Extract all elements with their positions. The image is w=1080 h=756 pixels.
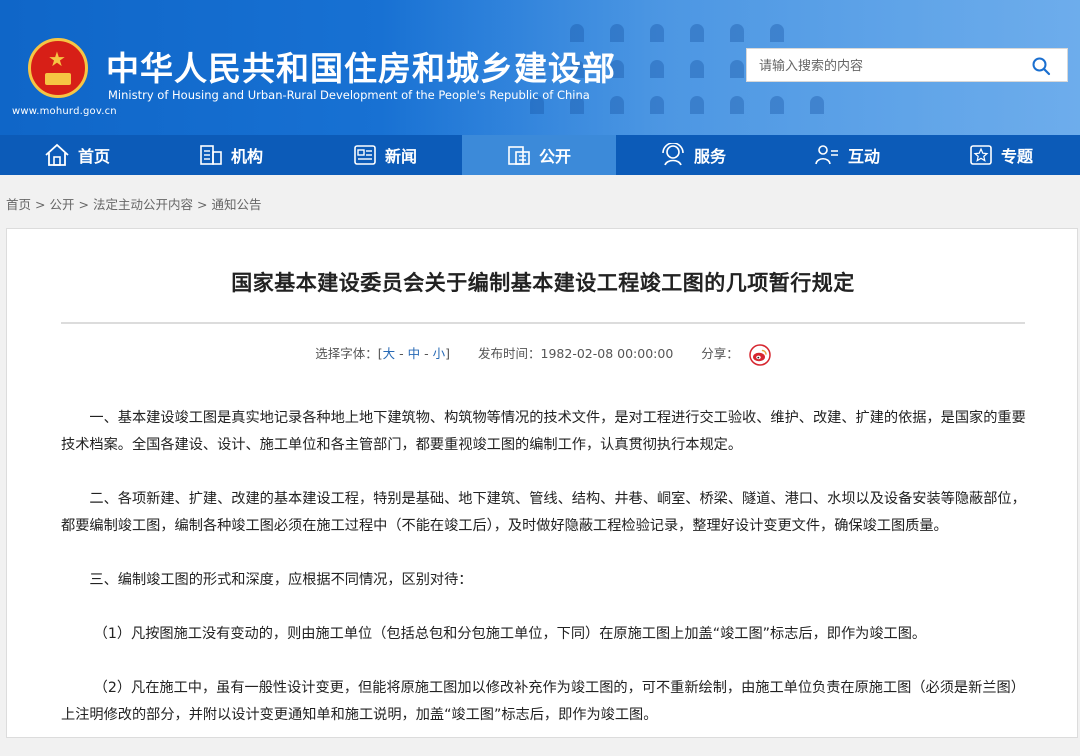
breadcrumb-notices[interactable]: 通知公告: [212, 197, 262, 212]
search-box: [746, 48, 1068, 82]
font-size-small[interactable]: 小: [433, 346, 446, 361]
nav-item-label: 服务: [693, 147, 726, 166]
size-separator: -: [420, 346, 433, 361]
star-icon: ★: [48, 47, 66, 71]
interact-icon: [815, 145, 838, 165]
nav-item-label: 公开: [538, 147, 571, 166]
article-paragraph: 三、编制竣工图的形式和深度，应根据不同情况，区别对待：: [89, 572, 473, 588]
site-title[interactable]: 中华人民共和国住房和城乡建设部: [106, 42, 616, 90]
nav-item-home[interactable]: 首页: [0, 135, 154, 175]
bracket-close: ]: [445, 346, 451, 361]
breadcrumb-statutory-content[interactable]: 法定主动公开内容: [93, 197, 193, 212]
search-input[interactable]: [757, 56, 1021, 76]
font-size-large[interactable]: 大: [383, 346, 396, 361]
main-nav: 首页 机构 新闻 公开 服务 互动 专题: [0, 135, 1080, 175]
home-icon: [45, 143, 69, 166]
article-title: 国家基本建设委员会关于编制基本建设工程竣工图的几项暂行规定: [231, 271, 855, 295]
publish-time: 1982-02-08 00:00:00: [540, 346, 674, 361]
breadcrumb: 首页 > 公开 > 法定主动公开内容 > 通知公告: [6, 194, 262, 213]
search-icon[interactable]: [1031, 56, 1051, 76]
news-icon: [354, 145, 376, 165]
font-size-selector: 选择字体：[大 - 中 - 小]: [315, 346, 450, 361]
nav-item-interact[interactable]: 互动: [770, 135, 924, 175]
title-divider: [61, 322, 1025, 324]
site-header: ★ www.mohurd.gov.cn 中华人民共和国住房和城乡建设部 Mini…: [0, 0, 1080, 135]
gate-icon: [45, 73, 71, 85]
building-icon: [200, 145, 222, 165]
article-body: 一、基本建设竣工图是真实地记录各种地上地下建筑物、构筑物等情况的技术文件，是对工…: [61, 405, 1027, 756]
site-url: www.mohurd.gov.cn: [12, 106, 117, 117]
font-size-medium[interactable]: 中: [408, 346, 421, 361]
topic-icon: [970, 145, 992, 165]
font-size-label: 选择字体：: [315, 346, 378, 361]
nav-item-organization[interactable]: 机构: [154, 135, 308, 175]
article-paragraph: （2）凡在施工中，虽有一般性设计变更，但能将原施工图加以修改补充作为竣工图的，可…: [61, 680, 1025, 723]
breadcrumb-separator: >: [78, 197, 89, 212]
article-paragraph: 二、各项新建、扩建、改建的基本建设工程，特别是基础、地下建筑、管线、结构、井巷、…: [61, 491, 1026, 534]
share-label: 分享：: [701, 346, 739, 361]
publish-time-label: 发布时间：: [478, 346, 541, 361]
public-icon: [508, 146, 530, 165]
nav-item-news[interactable]: 新闻: [308, 135, 462, 175]
article-meta: 选择字体：[大 - 中 - 小] 发布时间：1982-02-08 00:00:0…: [7, 343, 1079, 366]
nav-item-label: 首页: [77, 147, 110, 166]
size-separator: -: [395, 346, 408, 361]
breadcrumb-separator: >: [197, 197, 208, 212]
nav-item-label: 机构: [230, 147, 263, 166]
nav-item-public[interactable]: 公开: [462, 135, 616, 175]
national-emblem-logo[interactable]: ★: [28, 38, 88, 98]
breadcrumb-separator: >: [35, 197, 46, 212]
article-paragraph: （1）凡按图施工没有变动的，则由施工单位（包括总包和分包施工单位，下同）在原施工…: [93, 626, 927, 642]
nav-item-service[interactable]: 服务: [616, 135, 770, 175]
breadcrumb-public[interactable]: 公开: [50, 197, 75, 212]
article-paragraph: 一、基本建设竣工图是真实地记录各种地上地下建筑物、构筑物等情况的技术文件，是对工…: [61, 410, 1026, 453]
nav-item-label: 新闻: [384, 147, 417, 166]
weibo-icon[interactable]: [749, 343, 771, 366]
nav-item-label: 互动: [847, 147, 880, 166]
nav-item-label: 专题: [1000, 147, 1033, 166]
breadcrumb-home[interactable]: 首页: [6, 197, 31, 212]
service-icon: [662, 143, 684, 166]
site-subtitle: Ministry of Housing and Urban-Rural Deve…: [108, 88, 590, 102]
article-panel: 国家基本建设委员会关于编制基本建设工程竣工图的几项暂行规定 选择字体：[大 - …: [6, 228, 1078, 738]
nav-item-topic[interactable]: 专题: [924, 135, 1078, 175]
